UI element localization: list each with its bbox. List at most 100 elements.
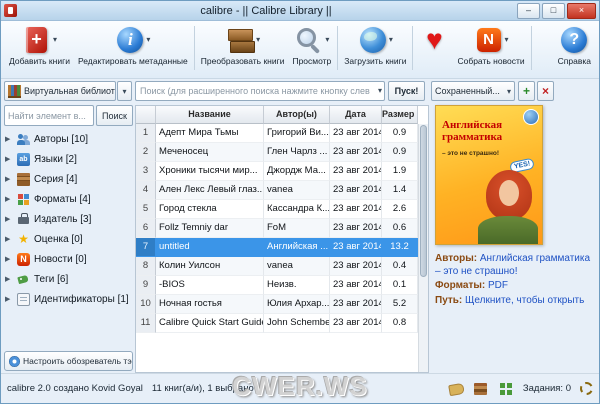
table-row[interactable]: 10Ночная гостьяЮлия Архар...23 авг 20145… [136,295,428,314]
delete-search-button[interactable] [537,81,554,101]
tag-browser-sidebar: ▶Авторы [10]▶Языки [2]▶Серия [4]▶Форматы… [4,129,133,347]
cell-title: Адепт Мира Тьмы [156,124,264,143]
detail-label: Форматы: [435,280,485,291]
cell-authors: Глен Чарлз ... [264,143,330,162]
row-number: 8 [136,257,156,276]
cell-authors: Джордж Ма... [264,162,330,181]
table-row[interactable]: 9-BIOSНеизв.23 авг 20140.1 [136,276,428,295]
toolbar-button-convert-books[interactable]: ▾Преобразовать книги [197,23,289,67]
virtual-library-button[interactable]: Виртуальная библиотека [4,81,116,101]
minimize-button[interactable]: – [517,3,540,19]
save-search-button[interactable] [518,81,535,101]
corner-header[interactable] [136,106,156,124]
convert-books-icon [225,25,255,55]
sidebar-label: Оценка [0] [34,234,83,245]
scrollbar-thumb[interactable] [420,125,427,277]
column-header-4[interactable]: Размер (МБ) [382,106,418,124]
cell-size: 5.2 [382,295,418,314]
column-header-1[interactable]: Название [156,106,264,124]
toolbar-button-add-books[interactable]: ▾Добавить книги [5,23,74,67]
detail-value-link[interactable]: PDF [488,280,508,291]
cover-browser-toggle-icon[interactable] [473,381,489,397]
jobs-label[interactable]: Задания: 0 [523,383,571,394]
toolbar-button-news[interactable]: ▾Собрать новости [453,23,528,67]
cell-authors: Григорий Ви... [264,124,330,143]
expand-arrow-icon[interactable]: ▶ [5,295,13,303]
sidebar-item-languages[interactable]: ▶ Языки [2] [4,149,133,169]
saved-search-label: Сохраненный... [435,86,507,96]
expand-arrow-icon[interactable]: ▶ [5,255,13,263]
virtual-library-dropdown[interactable]: ▾ [117,81,132,101]
cover-photo [478,170,538,244]
search-go-button[interactable]: Пуск! [388,81,425,101]
tag-browser-toggle-icon[interactable] [448,381,464,397]
find-item-input[interactable] [4,105,94,126]
sidebar-label: Языки [2] [34,154,77,165]
sidebar-item-newsfeed[interactable]: ▶Новости [0] [4,249,133,269]
book-cover[interactable]: Английская грамматика – это не страшно! … [435,105,543,245]
titlebar[interactable]: calibre - || Calibre Library || – □ × [1,1,599,21]
table-row[interactable]: 6Follz Temniy darFoM23 авг 20140.6 [136,219,428,238]
toolbar-button-view[interactable]: ▾ Просмотр [288,23,335,67]
table-row[interactable]: 1Адепт Мира ТьмыГригорий Ви...23 авг 201… [136,124,428,143]
table-row[interactable]: 3Хроники тысячи мир...Джордж Ма...23 авг… [136,162,428,181]
toolbar-button-get-books[interactable]: ▾Загрузить книги [340,23,410,67]
statusbar-count: 11 книг(а/и), 1 выбрано [152,383,254,394]
jobs-spinner-icon[interactable] [580,382,593,395]
chevron-down-icon[interactable]: ▾ [53,35,57,44]
expand-arrow-icon[interactable]: ▶ [5,195,13,203]
table-row[interactable]: 5Город стеклаКассандра К...23 авг 20142.… [136,200,428,219]
rating-icon [17,233,30,246]
toolbar-button-help[interactable]: Справка [554,23,595,67]
expand-arrow-icon[interactable]: ▶ [5,235,13,243]
sidebar-label: Теги [6] [34,274,68,285]
table-scrollbar[interactable] [418,124,428,372]
cover-grid-toggle-icon[interactable] [498,381,514,397]
sidebar-item-formats[interactable]: ▶Форматы [4] [4,189,133,209]
table-row[interactable]: 8Колин Уилсонvanea23 авг 20140.4 [136,257,428,276]
sidebar-item-identifiers[interactable]: ▶Идентификаторы [1] [4,289,133,309]
close-button[interactable]: × [567,3,596,19]
saved-search-combo[interactable]: Сохраненный... ▾ [431,81,515,101]
column-header-2[interactable]: Автор(ы) [264,106,330,124]
table-row[interactable]: 7untitledАнглийская ...23 авг 201413.2 [136,238,428,257]
sidebar-item-series[interactable]: ▶Серия [4] [4,169,133,189]
chevron-down-icon[interactable]: ▾ [505,35,509,44]
chevron-down-icon[interactable]: ▾ [325,35,329,44]
detail-row: Авторы: Английская грамматика – это не с… [435,253,597,278]
help-icon [559,25,589,55]
chevron-down-icon: ▾ [507,87,511,96]
cell-date: 23 авг 2014 [330,162,382,181]
detail-value-link[interactable]: Щелкните, чтобы открыть [465,295,584,306]
table-row[interactable]: 4Ален Лекс Левый глаз...vanea23 авг 2014… [136,181,428,200]
toolbar-button-donate[interactable] [415,23,453,57]
sidebar-item-rating[interactable]: ▶ Оценка [0] [4,229,133,249]
sidebar-item-authors[interactable]: ▶Авторы [10] [4,129,133,149]
search-input[interactable] [135,81,385,101]
chevron-down-icon[interactable]: ▾ [256,35,260,44]
chevron-down-icon[interactable]: ▾ [146,35,150,44]
configure-tag-browser-button[interactable]: Настроить обозреватель тэгов [4,351,133,371]
cell-date: 23 авг 2014 [330,124,382,143]
expand-arrow-icon[interactable]: ▶ [5,155,13,163]
sidebar-item-publisher[interactable]: ▶Издатель [3] [4,209,133,229]
table-row[interactable]: 11Calibre Quick Start GuideJohn Schember… [136,314,428,333]
search-history-dropdown-icon[interactable]: ▾ [378,86,382,95]
toolbar-label: Просмотр [292,56,331,66]
maximize-button[interactable]: □ [542,3,565,19]
cell-size: 13.2 [382,238,418,257]
statusbar-version: calibre 2.0 создано Kovid Goyal [7,383,143,394]
sidebar-item-tags[interactable]: ▶ Теги [6] [4,269,133,289]
expand-arrow-icon[interactable]: ▶ [5,135,13,143]
cell-title: Calibre Quick Start Guide [156,314,264,333]
cell-authors: Юлия Архар... [264,295,330,314]
table-row[interactable]: 2МеченосецГлен Чарлз ...23 авг 20140.9 [136,143,428,162]
expand-arrow-icon[interactable]: ▶ [5,215,13,223]
expand-arrow-icon[interactable]: ▶ [5,275,13,283]
chevron-down-icon[interactable]: ▾ [389,35,393,44]
toolbar-button-edit-metadata[interactable]: ▾Редактировать метаданные [74,23,192,67]
find-button[interactable]: Поиск [96,105,133,126]
expand-arrow-icon[interactable]: ▶ [5,175,13,183]
cell-authors: vanea [264,257,330,276]
column-header-3[interactable]: Дата [330,106,382,124]
